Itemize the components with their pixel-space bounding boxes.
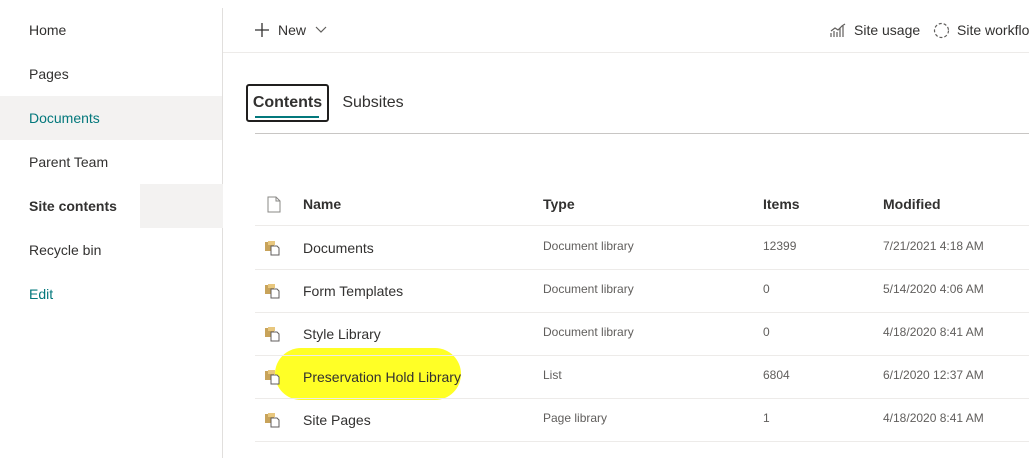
- site-usage-label: Site usage: [854, 22, 921, 38]
- active-tab-indicator: [255, 116, 319, 118]
- row-type: Document library: [543, 281, 634, 296]
- row-modified: 4/18/2020 8:41 AM: [883, 324, 984, 339]
- library-icon: [264, 226, 280, 269]
- row-type: Page library: [543, 410, 608, 425]
- row-modified: 5/14/2020 4:06 AM: [883, 281, 984, 296]
- tab-label: Contents: [252, 94, 323, 111]
- workflow-icon: [933, 22, 950, 39]
- new-button[interactable]: New: [254, 8, 327, 52]
- tabs-divider: [255, 133, 1029, 134]
- nav-item-recycle-bin[interactable]: Recycle bin: [0, 228, 222, 272]
- command-bar: New Site usage Site workflo: [223, 8, 1029, 53]
- row-type: List: [543, 367, 562, 382]
- nav-item-label: Edit: [29, 286, 54, 302]
- plus-icon: [254, 22, 270, 38]
- nav-selected-band-extension: [222, 184, 223, 228]
- nav-item-label: Recycle bin: [29, 242, 102, 258]
- column-header-label: Name: [303, 196, 342, 212]
- document-icon: [267, 183, 281, 225]
- row-type: Document library: [543, 324, 634, 339]
- row-items: 1: [763, 410, 770, 425]
- table-row[interactable]: Form Templates Document library 0 5/14/2…: [255, 269, 1029, 313]
- nav-selected-band: [140, 184, 222, 228]
- table-header: Name Type Items Modified: [255, 183, 1029, 226]
- row-items: 0: [763, 281, 770, 296]
- nav-item-pages[interactable]: Pages: [0, 52, 222, 96]
- column-header-items[interactable]: Items: [763, 183, 800, 225]
- row-modified: 6/1/2020 12:37 AM: [883, 367, 984, 382]
- table-row[interactable]: Preservation Hold Library List 6804 6/1/…: [255, 355, 1029, 399]
- tab-subsites[interactable]: Subsites: [337, 84, 409, 122]
- row-items: 6804: [763, 367, 790, 382]
- row-type: Document library: [543, 238, 634, 253]
- row-items: 0: [763, 324, 770, 339]
- nav-item-documents[interactable]: Documents: [0, 96, 222, 140]
- site-usage-button[interactable]: Site usage: [830, 8, 920, 52]
- nav-item-label: Pages: [29, 66, 69, 82]
- table-row[interactable]: Style Library Document library 0 4/18/20…: [255, 312, 1029, 356]
- library-icon: [264, 398, 280, 441]
- nav-item-label: Documents: [29, 110, 100, 126]
- new-button-label: New: [278, 22, 307, 38]
- nav-edit-link[interactable]: Edit: [0, 272, 222, 316]
- table-row[interactable]: Documents Document library 12399 7/21/20…: [255, 226, 1029, 270]
- nav-item-home[interactable]: Home: [0, 8, 222, 52]
- table-row[interactable]: Site Pages Page library 1 4/18/2020 8:41…: [255, 398, 1029, 442]
- library-icon: [264, 269, 280, 312]
- chevron-down-icon: [315, 26, 327, 34]
- column-header-name[interactable]: Name: [303, 183, 341, 225]
- column-header-type[interactable]: Type: [543, 183, 575, 225]
- library-icon: [264, 355, 280, 398]
- site-workflows-label: Site workflo: [957, 22, 1029, 38]
- row-name-link[interactable]: Preservation Hold Library: [303, 355, 461, 398]
- row-name-link[interactable]: Form Templates: [303, 269, 403, 312]
- site-workflows-button[interactable]: Site workflo: [933, 8, 1029, 52]
- row-items: 12399: [763, 238, 797, 253]
- nav-item-label: Parent Team: [29, 154, 109, 170]
- library-icon: [264, 312, 280, 355]
- chart-icon: [830, 23, 847, 38]
- column-header-label: Items: [763, 196, 800, 212]
- row-modified: 4/18/2020 8:41 AM: [883, 410, 984, 425]
- nav-item-parent-team[interactable]: Parent Team: [0, 140, 222, 184]
- nav-item-label: Home: [29, 22, 67, 38]
- row-name-link[interactable]: Documents: [303, 226, 374, 269]
- nav-item-label: Site contents: [29, 198, 117, 214]
- column-header-label: Type: [543, 196, 575, 212]
- column-header-modified[interactable]: Modified: [883, 183, 941, 225]
- tab-label: Subsites: [342, 94, 404, 111]
- left-navigation: Home Pages Documents Parent Team Site co…: [0, 8, 223, 458]
- column-header-label: Modified: [883, 196, 941, 212]
- row-name-link[interactable]: Style Library: [303, 312, 381, 355]
- row-name-link[interactable]: Site Pages: [303, 398, 371, 441]
- row-modified: 7/21/2021 4:18 AM: [883, 238, 984, 253]
